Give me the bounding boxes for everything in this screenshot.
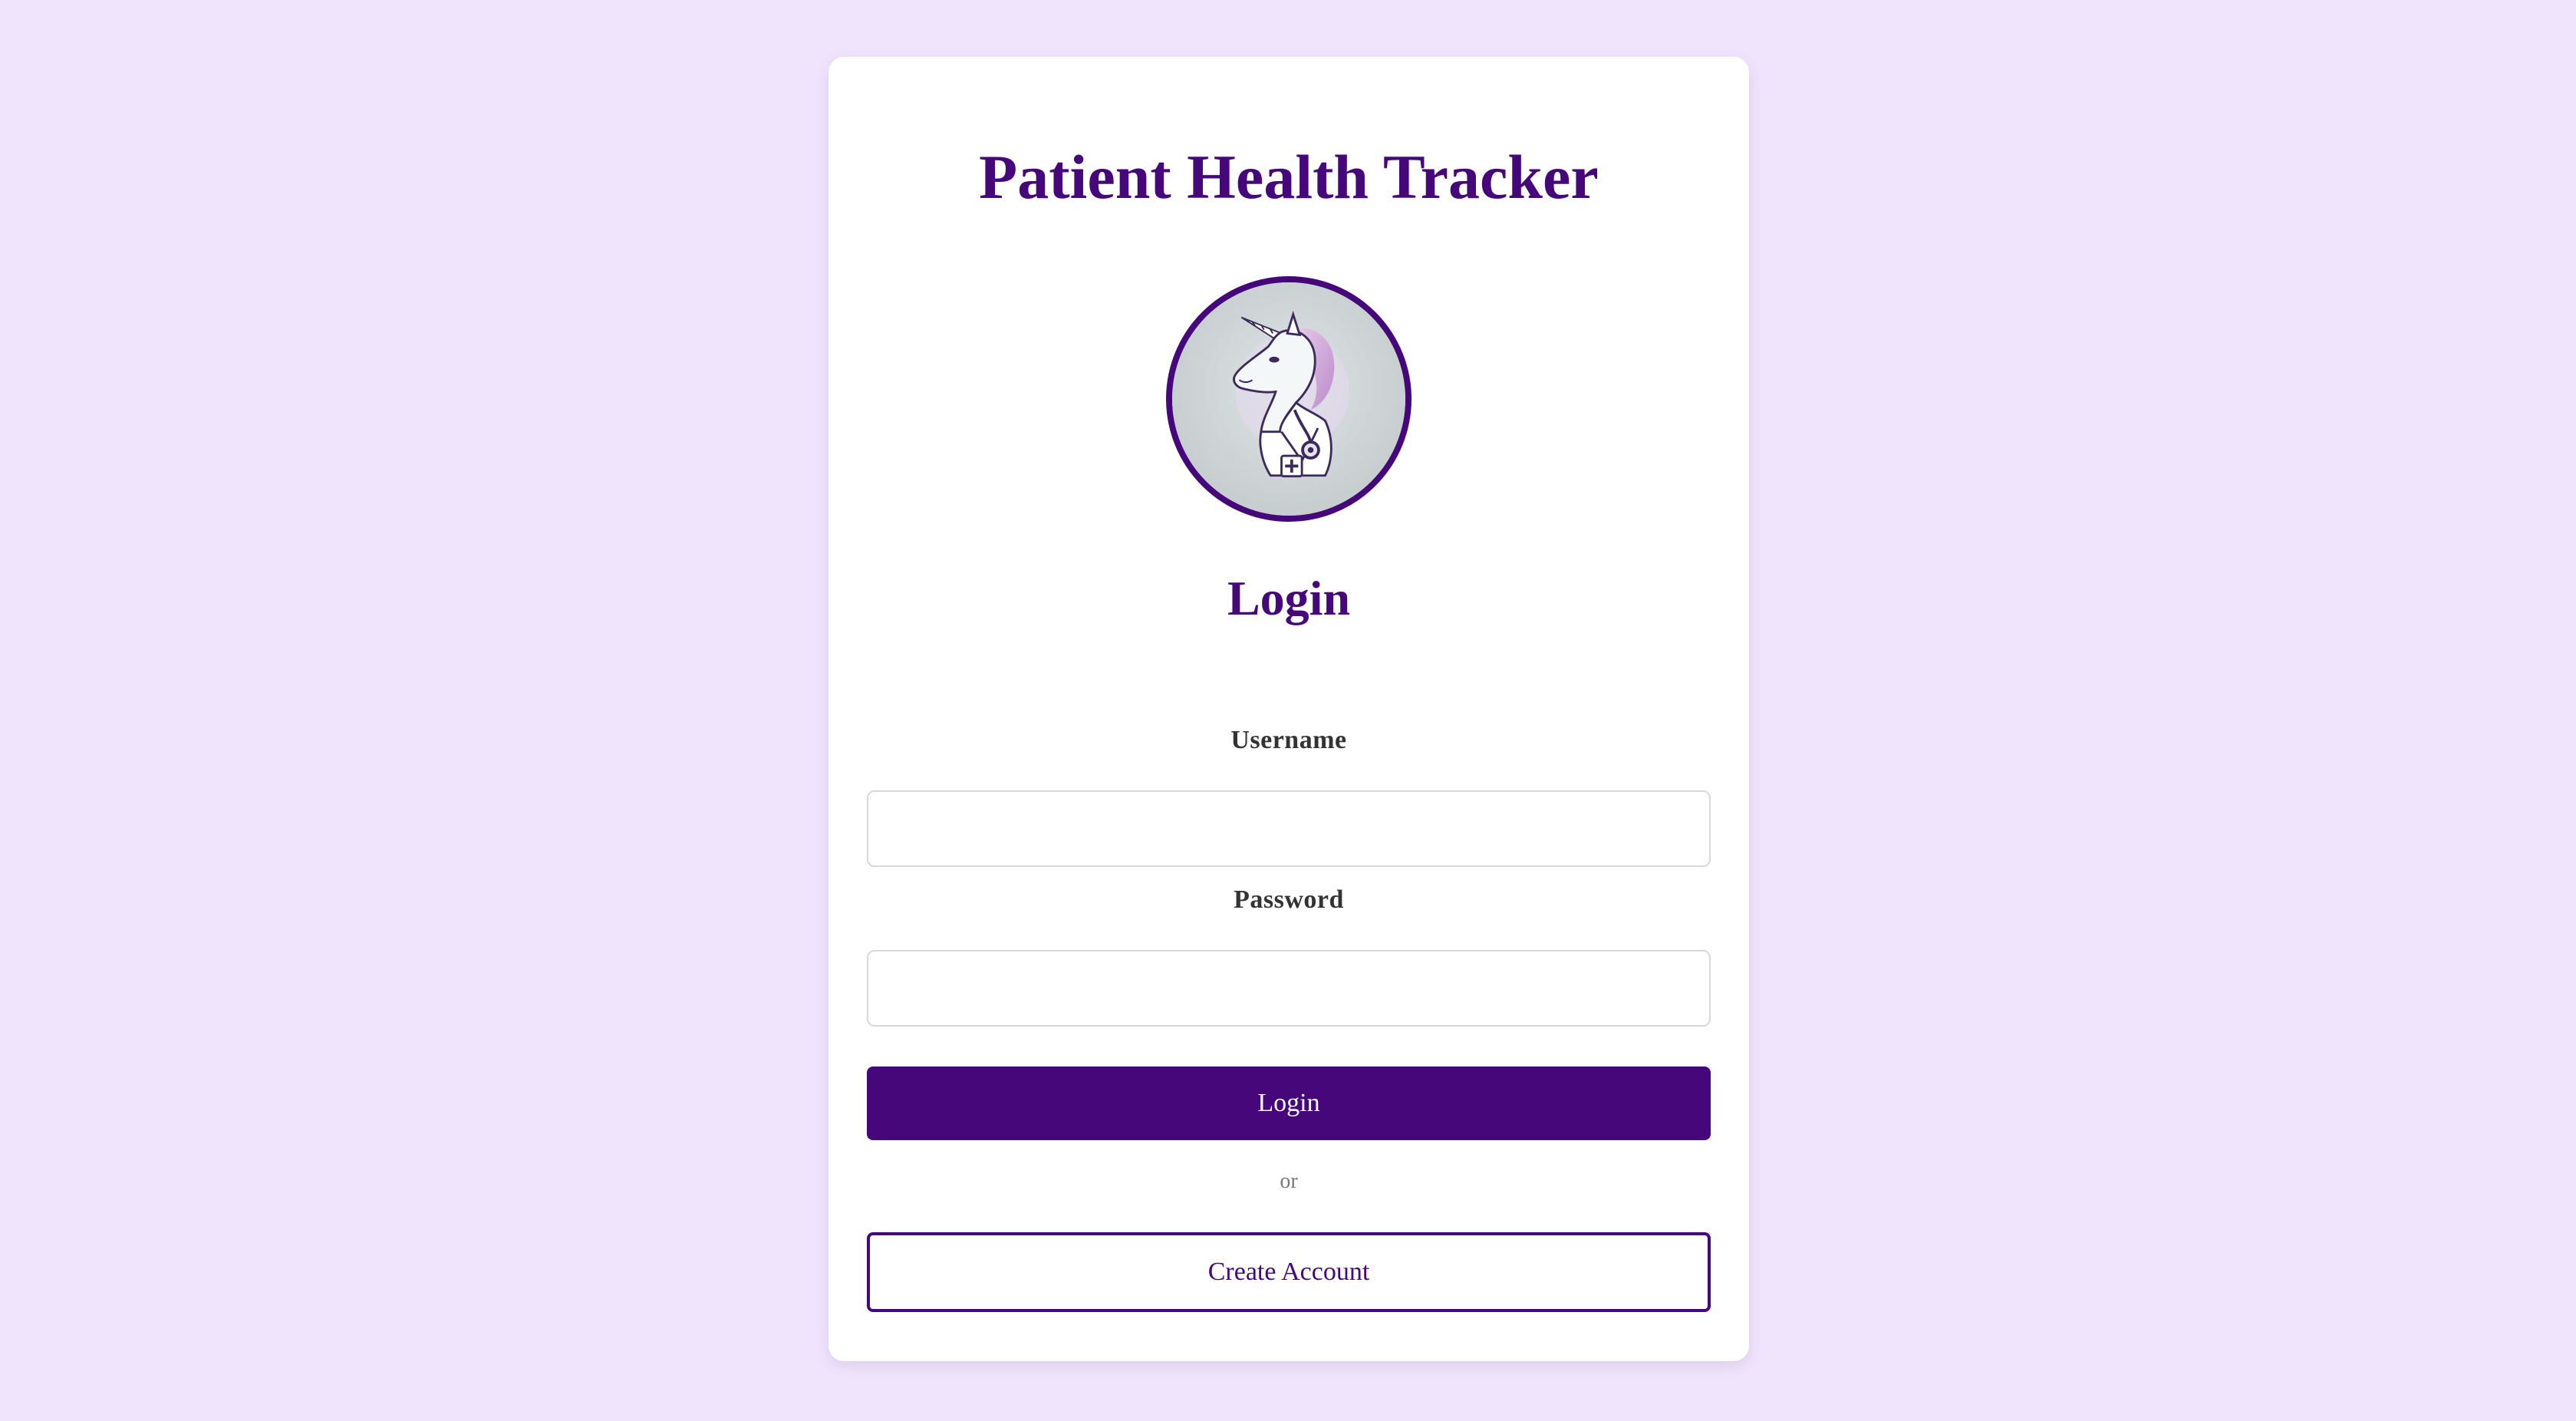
divider-text: or [1280,1169,1298,1193]
username-input[interactable] [867,790,1711,867]
login-heading: Login [1227,571,1351,625]
login-button[interactable]: Login [867,1067,1711,1140]
unicorn-doctor-logo-icon [1172,282,1405,516]
create-account-button[interactable]: Create Account [867,1232,1711,1312]
password-input[interactable] [867,950,1711,1027]
page-title: Patient Health Tracker [979,142,1599,212]
username-label: Username [1230,726,1347,754]
login-card: Patient Health Tracker Login Username Pa… [828,57,1749,1361]
password-label: Password [1234,885,1344,914]
logo [1166,276,1412,522]
